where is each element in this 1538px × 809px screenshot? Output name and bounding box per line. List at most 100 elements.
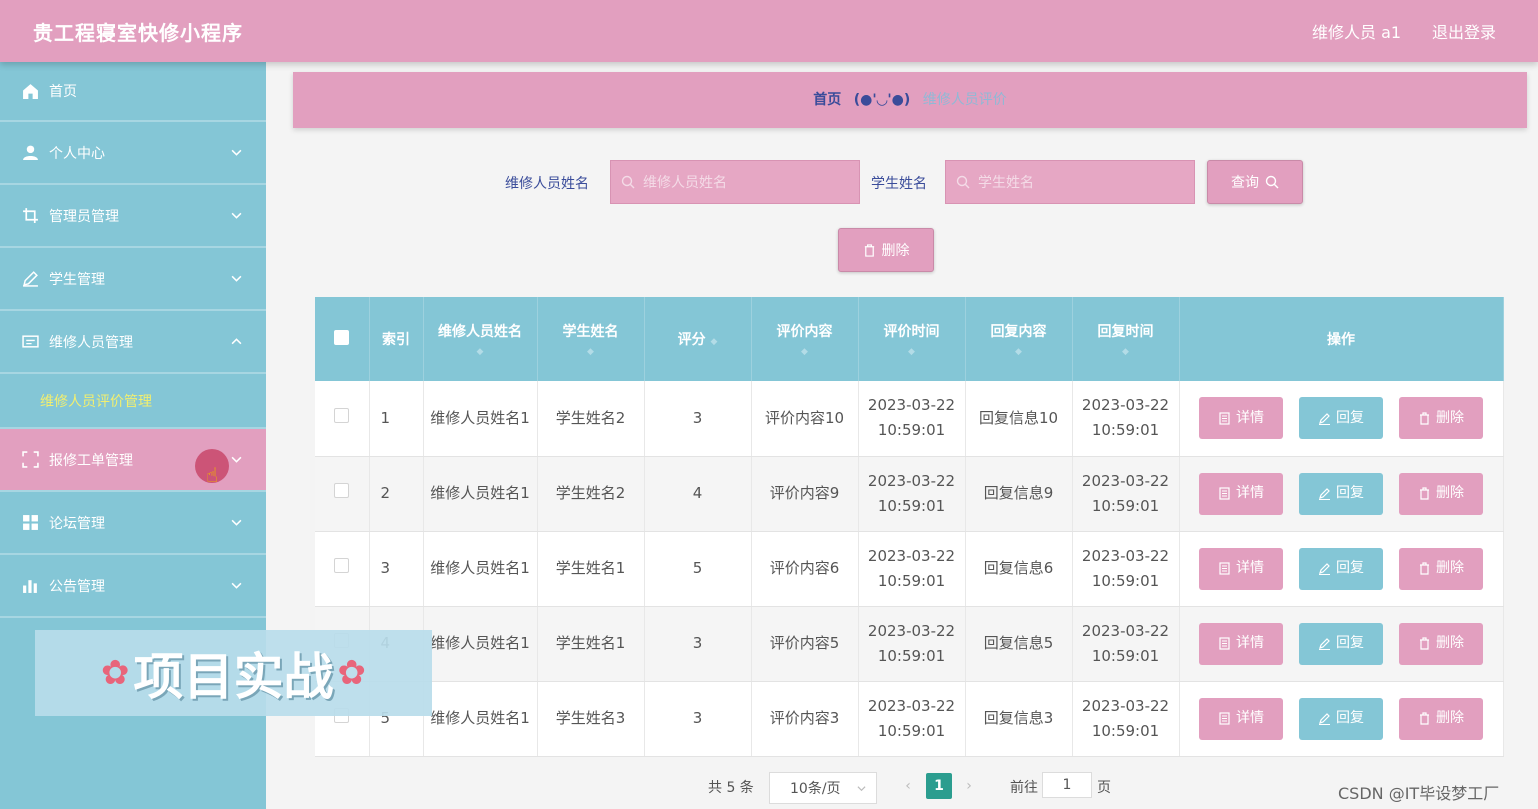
project-banner-overlay: ✿ 项目实战 ✿ bbox=[35, 630, 432, 716]
eval-date: 2023-03-22 bbox=[867, 546, 956, 565]
trash-icon bbox=[1420, 562, 1429, 575]
logout-link[interactable]: 退出登录 bbox=[1432, 19, 1496, 43]
cell-score: 3 bbox=[644, 681, 752, 757]
page-size-select[interactable]: 10条/页 bbox=[769, 772, 877, 804]
reply-button[interactable]: 回复 bbox=[1299, 397, 1383, 440]
col-label: 评价时间 bbox=[883, 324, 940, 340]
detail-button[interactable]: 详情 bbox=[1199, 472, 1283, 515]
edit-icon bbox=[1319, 412, 1330, 425]
delete-button-label: 删除 bbox=[1436, 560, 1464, 576]
select-all-checkbox[interactable] bbox=[334, 329, 350, 345]
eval-date: 2023-03-22 bbox=[867, 621, 956, 640]
cell-reply: 回复信息5 bbox=[965, 606, 1073, 682]
document-icon bbox=[1219, 712, 1230, 725]
worker-name-label: 维修人员姓名 bbox=[505, 176, 589, 192]
select-all-cell bbox=[315, 297, 370, 381]
current-user: 维修人员 a1 bbox=[1312, 23, 1402, 42]
flower-icon: ✿ bbox=[337, 653, 367, 693]
sort-icon[interactable]: ◆ bbox=[1073, 347, 1179, 357]
sort-icon[interactable]: ◆ bbox=[859, 347, 965, 357]
breadcrumb-home[interactable]: 首页 bbox=[813, 92, 841, 108]
cell-eval-time: 2023-03-22 10:59:01 bbox=[858, 381, 966, 457]
col-reply-time[interactable]: 回复时间 ◆ bbox=[1072, 297, 1180, 381]
delete-button[interactable]: 删除 bbox=[1399, 547, 1483, 590]
row-checkbox[interactable] bbox=[334, 407, 350, 423]
row-checkbox[interactable] bbox=[334, 558, 350, 573]
cell-worker-name: 维修人员姓名1 bbox=[423, 606, 538, 682]
table-row: 4 维修人员姓名1 学生姓名1 3 评价内容5 2023-03-2210:59:… bbox=[315, 606, 1504, 682]
eval-clock: 10:59:01 bbox=[877, 721, 946, 740]
trash-icon bbox=[1420, 712, 1429, 725]
chevron-down-icon bbox=[231, 519, 242, 526]
delete-button[interactable]: 删除 bbox=[1399, 472, 1483, 515]
cell-reply: 回复信息6 bbox=[965, 531, 1073, 607]
sort-icon[interactable]: ◆ bbox=[752, 347, 858, 357]
reply-button[interactable]: 回复 bbox=[1299, 547, 1383, 590]
worker-name-input[interactable]: 维修人员姓名 bbox=[610, 160, 860, 204]
reply-button[interactable]: 回复 bbox=[1299, 622, 1383, 665]
student-name-input[interactable]: 学生姓名 bbox=[945, 160, 1195, 204]
detail-button[interactable]: 详情 bbox=[1199, 397, 1283, 440]
prev-page-button[interactable]: ‹ bbox=[895, 773, 921, 799]
cell-score: 3 bbox=[644, 381, 752, 457]
cell-score: 3 bbox=[644, 606, 752, 682]
flower-icon: ✿ bbox=[101, 653, 130, 693]
top-header: 贵工程寝室快修小程序 维修人员 a1 退出登录 bbox=[0, 0, 1538, 62]
sidebar-item-forum-management[interactable]: 论坛管理 bbox=[0, 492, 266, 555]
reply-date: 2023-03-22 bbox=[1081, 696, 1170, 715]
table-header-row: 索引 维修人员姓名 ◆ 学生姓名 ◆ 评分 ◆ 评价内容 ◆ 评价时间 ◆ 回复内容 ◆ … bbox=[315, 297, 1504, 381]
sidebar-item-label: 首页 bbox=[49, 84, 77, 100]
page-number-current[interactable]: 1 bbox=[926, 773, 952, 799]
cell-eval-time: 2023-03-22 10:59:01 bbox=[858, 681, 966, 757]
cell-content: 评价内容10 bbox=[751, 381, 859, 457]
query-button[interactable]: 查询 bbox=[1207, 160, 1303, 204]
bulk-delete-button[interactable]: 删除 bbox=[838, 228, 934, 272]
sidebar-item-label: 公告管理 bbox=[49, 578, 105, 595]
col-eval-time[interactable]: 评价时间 ◆ bbox=[858, 297, 966, 381]
detail-button[interactable]: 详情 bbox=[1199, 547, 1283, 590]
delete-button-label: 删除 bbox=[1436, 409, 1464, 426]
cell-worker-name: 维修人员姓名1 bbox=[423, 381, 538, 457]
project-banner-text: 项目实战 bbox=[133, 648, 334, 706]
col-content[interactable]: 评价内容 ◆ bbox=[751, 297, 859, 381]
sort-icon[interactable]: ◆ bbox=[710, 337, 717, 347]
sort-icon[interactable]: ◆ bbox=[424, 347, 537, 357]
reply-clock: 10:59:01 bbox=[1091, 571, 1160, 590]
detail-button[interactable]: 详情 bbox=[1199, 697, 1283, 740]
sidebar-item-admin-management[interactable]: 管理员管理 bbox=[0, 185, 266, 248]
cell-actions: 详情 回复 删除 bbox=[1179, 531, 1504, 607]
eval-clock: 10:59:01 bbox=[877, 496, 946, 515]
sidebar-subitem-worker-evaluation[interactable]: 维修人员评价管理 bbox=[0, 374, 266, 429]
sidebar-item-worker-management[interactable]: 维修人员管理 bbox=[0, 311, 266, 374]
sort-icon[interactable]: ◆ bbox=[538, 347, 644, 357]
sort-icon[interactable]: ◆ bbox=[966, 347, 1072, 357]
chevron-down-icon bbox=[231, 456, 242, 463]
reply-button[interactable]: 回复 bbox=[1299, 472, 1383, 515]
delete-button[interactable]: 删除 bbox=[1399, 697, 1483, 740]
detail-button[interactable]: 详情 bbox=[1199, 622, 1283, 665]
sidebar-item-student-management[interactable]: 学生管理 bbox=[0, 248, 266, 311]
col-score[interactable]: 评分 ◆ bbox=[644, 297, 752, 381]
edit-icon bbox=[1319, 713, 1330, 725]
cell-reply: 回复信息9 bbox=[965, 456, 1073, 532]
delete-button[interactable]: 删除 bbox=[1399, 622, 1483, 665]
cell-reply-time: 2023-03-22 10:59:01 bbox=[1072, 531, 1180, 607]
sidebar-item-home[interactable]: 首页 bbox=[0, 62, 266, 122]
goto-page-input[interactable]: 1 bbox=[1042, 772, 1092, 798]
sidebar-item-label: 报修工单管理 bbox=[49, 452, 133, 469]
col-student-name[interactable]: 学生姓名 ◆ bbox=[537, 297, 645, 381]
next-page-button[interactable]: › bbox=[956, 773, 982, 799]
cell-content: 评价内容6 bbox=[751, 531, 859, 607]
sidebar-item-notice-management[interactable]: 公告管理 bbox=[0, 555, 266, 618]
sidebar-item-repair-order-management[interactable]: 报修工单管理 ☝ bbox=[0, 429, 266, 492]
row-checkbox[interactable] bbox=[334, 483, 350, 498]
query-button-label: 查询 bbox=[1231, 175, 1259, 191]
delete-button[interactable]: 删除 bbox=[1399, 397, 1483, 440]
reply-button[interactable]: 回复 bbox=[1299, 697, 1383, 740]
document-icon bbox=[1219, 487, 1230, 500]
sidebar-item-personal-center[interactable]: 个人中心 bbox=[0, 122, 266, 185]
cell-student-name: 学生姓名2 bbox=[537, 381, 645, 457]
app-title: 贵工程寝室快修小程序 bbox=[33, 21, 243, 45]
col-worker-name[interactable]: 维修人员姓名 ◆ bbox=[423, 297, 538, 381]
col-reply[interactable]: 回复内容 ◆ bbox=[965, 297, 1073, 381]
